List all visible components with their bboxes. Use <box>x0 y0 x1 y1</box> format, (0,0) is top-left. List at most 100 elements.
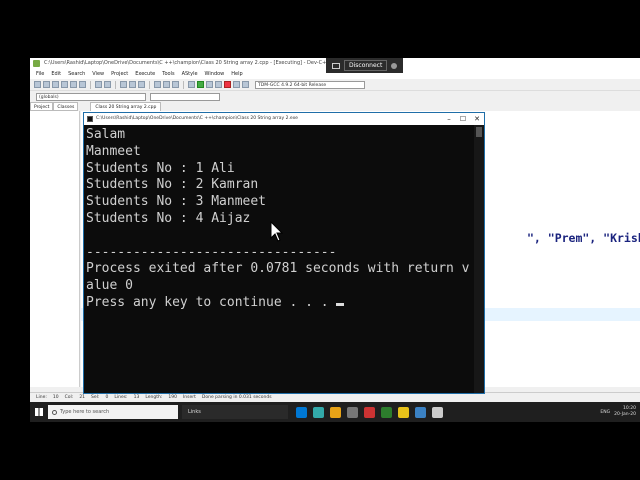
taskbar-app-icon[interactable] <box>364 406 375 418</box>
console-output[interactable]: Salam Manmeet Students No : 1 Ali Students … <box>86 127 472 393</box>
debug-icon[interactable] <box>233 81 240 88</box>
status-mode: Insert <box>182 395 196 400</box>
text-cursor <box>336 302 345 306</box>
status-lines-value: 13 <box>133 395 140 400</box>
toolbar-divider <box>183 80 184 89</box>
console-title-bar[interactable]: C:\Users\Rashid\Laptop\OneDrive\Document… <box>84 113 484 125</box>
scrollbar-thumb[interactable] <box>476 127 482 137</box>
letterbox-bottom <box>0 422 640 480</box>
console-scrollbar[interactable] <box>474 125 484 393</box>
tab-project[interactable]: Project <box>30 102 54 111</box>
tab-file[interactable]: Class 20 String array 2.cpp <box>90 102 162 111</box>
taskbar-search-input[interactable]: Type here to search <box>48 405 178 419</box>
status-lines-label: Lines: <box>114 395 128 400</box>
code-line-array: ", "Prem", "Krishna"}; <box>527 231 640 245</box>
close-file-icon[interactable] <box>70 81 77 88</box>
console-line: Process exited after 0.0781 seconds with… <box>86 261 470 277</box>
window-controls: – ☐ ✕ <box>442 113 484 125</box>
console-line: Manmeet <box>86 143 141 159</box>
add-to-project-icon[interactable] <box>163 81 170 88</box>
clock[interactable]: 10:20 20-Jan-20 <box>614 406 636 418</box>
windows-start-icon[interactable] <box>30 402 48 422</box>
save-icon[interactable] <box>52 81 59 88</box>
new-project-icon[interactable] <box>154 81 161 88</box>
taskbar-app-icon[interactable] <box>415 406 426 418</box>
profile-icon[interactable] <box>242 81 249 88</box>
taskbar-app-icon[interactable] <box>330 406 341 418</box>
taskbar-app-icon[interactable] <box>313 406 324 418</box>
status-col-value: 21 <box>79 395 86 400</box>
menu-help[interactable]: Help <box>231 69 242 79</box>
mouse-pointer-icon <box>270 221 284 242</box>
monitor-icon <box>332 62 340 69</box>
ide-title-text: C:\Users\Rashid\Laptop\OneDrive\Document… <box>44 60 344 66</box>
save-all-icon[interactable] <box>61 81 68 88</box>
console-line: Students No : 3 Manmeet <box>86 194 267 210</box>
print-icon[interactable] <box>79 81 86 88</box>
menu-astyle[interactable]: AStyle <box>182 69 198 79</box>
stop-icon[interactable] <box>224 81 231 88</box>
taskbar-app-icon[interactable] <box>296 406 307 418</box>
status-sel-label: Sel: <box>91 395 100 400</box>
status-message: Done parsing in 0.031 seconds <box>201 395 272 400</box>
taskbar-app-icon[interactable] <box>432 406 443 418</box>
menu-execute[interactable]: Execute <box>135 69 155 79</box>
scope-select[interactable]: (globals) <box>36 92 146 101</box>
status-length-label: Length: <box>145 395 163 400</box>
new-file-icon[interactable] <box>34 81 41 88</box>
undo-icon[interactable] <box>95 81 102 88</box>
console-line: Students No : 2 Kamran <box>86 177 259 193</box>
replace-icon[interactable] <box>129 81 136 88</box>
remote-session-bar[interactable]: Disconnect <box>326 58 404 73</box>
status-length-value: 190 <box>168 395 177 400</box>
remove-from-project-icon[interactable] <box>172 81 179 88</box>
compiler-select[interactable]: TDM-GCC 4.9.2 64-bit Release <box>255 80 365 89</box>
main-toolbar: TDM-GCC 4.9.2 64-bit Release <box>30 79 640 91</box>
taskbar: Type here to search Links ENG 10:20 20-J… <box>30 402 640 422</box>
rebuild-icon[interactable] <box>215 81 222 88</box>
menu-tools[interactable]: Tools <box>162 69 174 79</box>
status-sel-value: 0 <box>105 395 109 400</box>
function-select[interactable] <box>150 92 220 101</box>
console-prompt-text: Press any key to continue . . . <box>86 294 337 310</box>
menu-edit[interactable]: Edit <box>51 69 61 79</box>
status-col-label: Col: <box>64 395 74 400</box>
find-icon[interactable] <box>120 81 127 88</box>
status-line-value: 10 <box>52 395 59 400</box>
open-file-icon[interactable] <box>43 81 50 88</box>
search-icon <box>52 409 57 415</box>
links-toolbar[interactable]: Links <box>182 405 288 419</box>
console-line: -------------------------------- <box>86 244 337 260</box>
redo-icon[interactable] <box>104 81 111 88</box>
project-panel[interactable] <box>30 111 80 387</box>
compile-run-icon[interactable] <box>206 81 213 88</box>
minimize-icon[interactable]: – <box>442 113 456 125</box>
taskbar-app-icon[interactable] <box>398 406 409 418</box>
language-indicator[interactable]: ENG <box>600 410 610 415</box>
maximize-icon[interactable]: ☐ <box>456 113 470 125</box>
menu-project[interactable]: Project <box>111 69 128 79</box>
taskbar-app-icon[interactable] <box>381 406 392 418</box>
taskbar-app-icon[interactable] <box>347 406 358 418</box>
class-browser-toolbar: (globals) <box>30 91 640 102</box>
console-line: Students No : 1 Ali <box>86 160 235 176</box>
console-app-icon <box>87 116 93 122</box>
console-line: Salam <box>86 127 126 142</box>
console-title-text: C:\Users\Rashid\Laptop\OneDrive\Document… <box>96 116 298 121</box>
pin-icon[interactable] <box>391 62 398 69</box>
disconnect-button[interactable]: Disconnect <box>344 60 388 71</box>
goto-icon[interactable] <box>138 81 145 88</box>
clock-date: 20-Jan-20 <box>614 412 636 417</box>
tab-classes[interactable]: Classes <box>53 102 79 111</box>
status-line-label: Line: <box>36 395 47 400</box>
compile-icon[interactable] <box>188 81 195 88</box>
console-window[interactable]: C:\Users\Rashid\Laptop\OneDrive\Document… <box>83 112 485 394</box>
menu-search[interactable]: Search <box>68 69 85 79</box>
tab-row: Project Classes Class 20 String array 2.… <box>30 102 640 111</box>
menu-view[interactable]: View <box>92 69 104 79</box>
search-placeholder: Type here to search <box>60 409 110 415</box>
run-icon[interactable] <box>197 81 204 88</box>
menu-file[interactable]: File <box>36 69 44 79</box>
close-icon[interactable]: ✕ <box>470 113 484 125</box>
menu-window[interactable]: Window <box>205 69 225 79</box>
